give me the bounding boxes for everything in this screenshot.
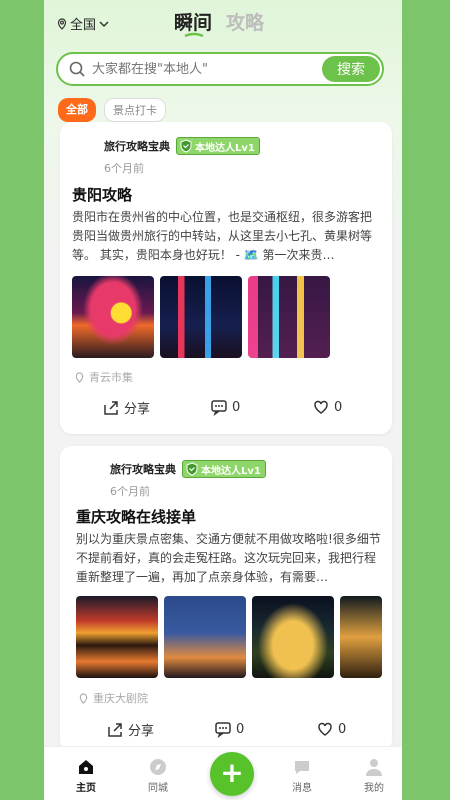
post-photos: [76, 596, 382, 678]
tab-moments-label: 瞬间: [174, 12, 213, 34]
location-selector[interactable]: 全国: [56, 14, 110, 33]
post-photo[interactable]: [164, 596, 246, 678]
header-tabs: 瞬间 攻略: [174, 8, 264, 38]
top-bar: 全国 瞬间 攻略: [44, 8, 402, 40]
post-photo[interactable]: [252, 596, 334, 678]
nav-messages-label: 消息: [292, 783, 312, 794]
comment-count: 0: [236, 721, 245, 737]
chevron-down-icon: [99, 20, 109, 27]
nav-mine-label: 我的: [364, 783, 384, 794]
like-button[interactable]: 0: [312, 398, 342, 416]
location-pin-icon: [79, 692, 88, 704]
home-icon: [79, 760, 93, 774]
location-pin-icon: [75, 371, 84, 383]
nav-messages[interactable]: 消息: [282, 757, 322, 794]
location-label: 重庆大剧院: [93, 692, 148, 705]
post-title[interactable]: 贵阳攻略: [72, 184, 132, 205]
tab-underline-icon: [184, 32, 204, 38]
post-photo[interactable]: [160, 276, 242, 358]
share-label: 分享: [128, 724, 155, 739]
nav-city[interactable]: 同城: [138, 757, 178, 794]
badge-label: 本地达人Lv1: [201, 465, 261, 477]
post-photo[interactable]: [76, 596, 158, 678]
app-screen: 全国 瞬间 攻略 搜索 全部 景点打卡 旅行攻略宝典 本地达人Lv1: [44, 0, 402, 800]
post-photo[interactable]: [72, 276, 154, 358]
location-label: 青云市集: [89, 371, 133, 384]
post-actions: 分享 0 0: [60, 720, 392, 744]
location-label: 全国: [70, 18, 97, 33]
share-icon: [104, 400, 118, 415]
comment-icon: [211, 400, 227, 416]
search-input[interactable]: [92, 61, 312, 77]
tab-guides-label: 攻略: [226, 12, 265, 34]
comment-button[interactable]: 0: [214, 720, 244, 738]
nav-home[interactable]: 主页: [66, 757, 106, 794]
tab-guides[interactable]: 攻略: [226, 8, 264, 35]
post-title[interactable]: 重庆攻略在线接单: [76, 506, 196, 527]
post-time: 6个月前: [110, 485, 150, 498]
local-expert-badge: 本地达人Lv1: [176, 137, 260, 155]
like-button[interactable]: 0: [316, 720, 346, 738]
location-pin-icon: [57, 17, 67, 30]
shield-icon: [180, 139, 192, 153]
heart-icon: [318, 722, 332, 736]
filter-chips: 全部 景点打卡: [58, 98, 166, 122]
filter-all[interactable]: 全部: [58, 98, 96, 122]
nav-home-label: 主页: [76, 783, 96, 794]
badge-label: 本地达人Lv1: [195, 142, 255, 154]
author-name[interactable]: 旅行攻略宝典: [110, 461, 176, 477]
like-count: 0: [338, 721, 347, 737]
search-button[interactable]: 搜索: [322, 56, 380, 82]
post-author: 旅行攻略宝典 本地达人Lv1: [104, 137, 260, 155]
share-label: 分享: [124, 402, 151, 417]
share-icon: [108, 722, 122, 737]
heart-icon: [314, 400, 328, 414]
message-icon: [295, 761, 309, 774]
post-photo[interactable]: [248, 276, 330, 358]
share-button[interactable]: 分享: [102, 398, 150, 417]
post-excerpt: 别以为重庆景点密集、交通方便就不用做攻略啦!很多细节不提前看好，真的会走冤枉路。…: [76, 532, 381, 584]
post-excerpt: 贵阳市在贵州省的中心位置，也是交通枢纽，很多游客把贵阳当做贵州旅行的中转站，从这…: [72, 210, 373, 262]
post-card[interactable]: 旅行攻略宝典 本地达人Lv1 6个月前 贵阳攻略 贵阳市在贵州省的中心位置，也是…: [60, 122, 392, 434]
nav-mine[interactable]: 我的: [354, 757, 394, 794]
comment-button[interactable]: 0: [210, 398, 240, 416]
post-card[interactable]: 旅行攻略宝典 本地达人Lv1 6个月前 重庆攻略在线接单 别以为重庆景点密集、交…: [60, 446, 392, 752]
post-author: 旅行攻略宝典 本地达人Lv1: [110, 460, 266, 478]
comment-count: 0: [232, 399, 241, 415]
tab-moments[interactable]: 瞬间: [174, 8, 213, 38]
nav-city-label: 同城: [148, 783, 168, 794]
post-actions: 分享 0 0: [60, 398, 392, 422]
shield-icon: [186, 462, 198, 476]
compass-icon: [150, 759, 166, 775]
search-icon: [69, 61, 85, 77]
comment-icon: [215, 722, 231, 738]
post-time: 6个月前: [104, 162, 144, 175]
post-location[interactable]: 重庆大剧院: [78, 690, 148, 706]
post-photo[interactable]: [340, 596, 382, 678]
user-icon: [366, 759, 382, 776]
search-bar: 搜索: [56, 52, 384, 86]
post-photos: [72, 276, 330, 358]
add-post-button[interactable]: +: [210, 752, 254, 796]
share-button[interactable]: 分享: [106, 720, 154, 739]
author-name[interactable]: 旅行攻略宝典: [104, 138, 170, 154]
post-location[interactable]: 青云市集: [74, 369, 133, 385]
local-expert-badge: 本地达人Lv1: [182, 460, 266, 478]
like-count: 0: [334, 399, 343, 415]
filter-scenic-checkin[interactable]: 景点打卡: [104, 98, 166, 122]
